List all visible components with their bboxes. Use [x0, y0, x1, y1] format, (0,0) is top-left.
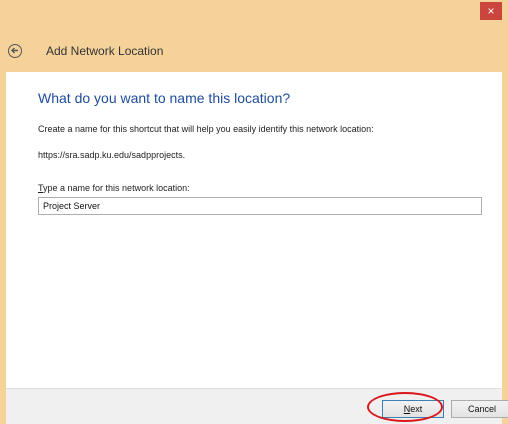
wizard-title: Add Network Location: [46, 44, 164, 58]
title-bar: ×: [0, 0, 508, 28]
page-heading: What do you want to name this location?: [38, 90, 291, 106]
wizard-header: Add Network Location: [0, 28, 508, 72]
close-button[interactable]: ×: [480, 2, 502, 20]
next-button[interactable]: Next: [382, 400, 444, 418]
instruction-text: Create a name for this shortcut that wil…: [38, 124, 374, 134]
next-button-text: ext: [410, 404, 423, 414]
cancel-button[interactable]: Cancel: [451, 400, 508, 418]
location-name-input[interactable]: [38, 197, 482, 215]
add-network-location-window: × Add Network Location What do you want …: [0, 0, 508, 424]
name-field-label-text: ype a name for this network location:: [43, 183, 190, 193]
back-arrow-icon: [11, 47, 18, 54]
name-field-label: Type a name for this network location:: [38, 183, 190, 193]
wizard-footer: Next Cancel: [6, 388, 508, 424]
network-location-url: https://sra.sadp.ku.edu/sadpprojects.: [38, 150, 186, 160]
wizard-content: What do you want to name this location? …: [6, 72, 502, 388]
close-icon: ×: [487, 4, 495, 18]
back-button[interactable]: [8, 44, 22, 58]
